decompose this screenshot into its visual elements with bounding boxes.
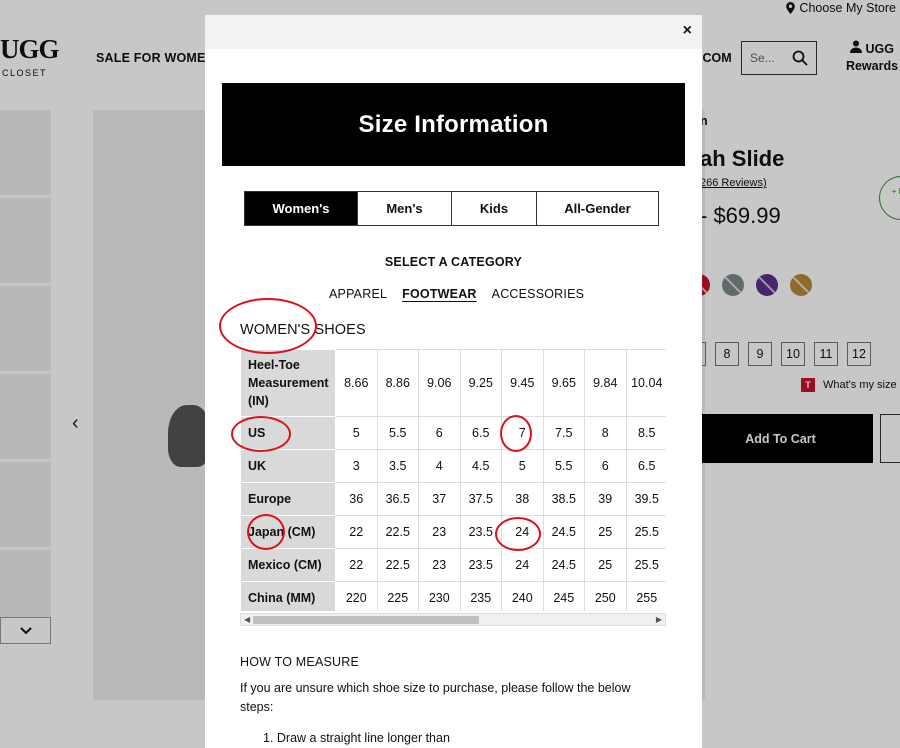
table-cell: 5.5: [376, 416, 419, 450]
size-information-modal: × Size Information Women's Men's Kids All-G…: [205, 15, 702, 748]
table-cell: 245: [542, 581, 585, 611]
table-cell: 25.5: [625, 548, 666, 582]
table-cell: 9.65: [542, 349, 585, 417]
table-cell: 5.5: [542, 449, 585, 483]
row-header: UK: [240, 449, 336, 483]
table-cell: 24.5: [542, 515, 585, 549]
scrollbar-thumb[interactable]: [253, 616, 479, 624]
row-header: Europe: [240, 482, 336, 516]
table-cell: 23.5: [459, 548, 502, 582]
modal-header-bar: [205, 15, 702, 49]
size-table: Heel-Toe Measurement (IN) 8.66 8.86 9.06 9.2…: [240, 349, 666, 611]
size-table-container[interactable]: Heel-Toe Measurement (IN) 8.66 8.86 9.06 9.2…: [240, 349, 666, 611]
table-cell: 22: [335, 515, 378, 549]
table-cell: 9.84: [584, 349, 627, 417]
category-link-footwear[interactable]: FOOTWEAR: [402, 287, 477, 301]
category-link-apparel[interactable]: APPAREL: [329, 287, 387, 301]
how-to-measure-text: If you are unsure which shoe size to pur…: [240, 681, 631, 714]
table-row: China (MM) 220 225 230 235 240 245 250 255: [240, 581, 666, 611]
category-links: APPAREL FOOTWEAR ACCESSORIES: [329, 287, 584, 301]
size-information-title: Size Information: [222, 83, 685, 166]
table-cell: 24: [501, 515, 544, 549]
table-cell: 25: [584, 515, 627, 549]
table-cell: 240: [501, 581, 544, 611]
gender-tabs: Women's Men's Kids All-Gender: [244, 191, 659, 226]
table-cell: 6.5: [625, 449, 666, 483]
table-cell: 10.04: [625, 349, 666, 417]
row-header: China (MM): [240, 581, 336, 611]
table-horizontal-scrollbar[interactable]: ◀ ▶: [240, 613, 666, 626]
table-cell: 7.5: [542, 416, 585, 450]
table-cell: 8.86: [376, 349, 419, 417]
table-cell: 6: [418, 416, 461, 450]
table-cell: 22: [335, 548, 378, 582]
table-cell: 7: [501, 416, 544, 450]
table-cell: 6.5: [459, 416, 502, 450]
close-button[interactable]: ×: [683, 23, 692, 39]
table-cell: 230: [418, 581, 461, 611]
table-cell: 220: [335, 581, 378, 611]
scroll-right-icon[interactable]: ▶: [656, 615, 662, 624]
table-cell: 24: [501, 548, 544, 582]
table-cell: 5: [335, 416, 378, 450]
table-row: Europe 36 36.5 37 37.5 38 38.5 39 39.5: [240, 482, 666, 516]
table-cell: 225: [376, 581, 419, 611]
table-row: Heel-Toe Measurement (IN) 8.66 8.86 9.06 9.2…: [240, 349, 666, 417]
scroll-left-icon[interactable]: ◀: [244, 615, 250, 624]
tab-kids[interactable]: Kids: [451, 191, 537, 226]
table-cell: 37.5: [459, 482, 502, 516]
table-cell: 37: [418, 482, 461, 516]
table-cell: 22.5: [376, 548, 419, 582]
table-cell: 4.5: [459, 449, 502, 483]
table-cell: 8: [584, 416, 627, 450]
tab-women-s[interactable]: Women's: [244, 191, 358, 226]
select-category-heading: SELECT A CATEGORY: [384, 255, 523, 269]
how-to-measure-step: 1. Draw a straight line longer than: [263, 731, 450, 745]
tab-men-s[interactable]: Men's: [357, 191, 452, 226]
table-cell: 25.5: [625, 515, 666, 549]
table-cell: 9.25: [459, 349, 502, 417]
table-cell: 3: [335, 449, 378, 483]
table-cell: 38: [501, 482, 544, 516]
table-cell: 5: [501, 449, 544, 483]
row-header: US: [240, 416, 336, 450]
table-cell: 8.66: [335, 349, 378, 417]
table-cell: 9.06: [418, 349, 461, 417]
table-cell: 25: [584, 548, 627, 582]
table-row: US 5 5.5 6 6.5 7 7.5 8 8.5: [240, 416, 666, 450]
section-title: WOMEN'S SHOES: [240, 322, 366, 338]
table-cell: 255: [625, 581, 666, 611]
table-cell: 24.5: [542, 548, 585, 582]
table-cell: 3.5: [376, 449, 419, 483]
table-row: UK 3 3.5 4 4.5 5 5.5 6 6.5: [240, 449, 666, 483]
table-cell: 39.5: [625, 482, 666, 516]
table-cell: 235: [459, 581, 502, 611]
row-header: Heel-Toe Measurement (IN): [240, 349, 336, 417]
row-header: Mexico (CM): [240, 548, 336, 582]
table-cell: 38.5: [542, 482, 585, 516]
row-header: Japan (CM): [240, 515, 336, 549]
table-row: Mexico (CM) 22 22.5 23 23.5 24 24.5 25 25.5: [240, 548, 666, 582]
table-cell: 4: [418, 449, 461, 483]
table-cell: 23: [418, 515, 461, 549]
table-cell: 23.5: [459, 515, 502, 549]
table-cell: 23: [418, 548, 461, 582]
table-cell: 9.45: [501, 349, 544, 417]
table-cell: 36.5: [376, 482, 419, 516]
table-cell: 8.5: [625, 416, 666, 450]
table-cell: 36: [335, 482, 378, 516]
table-cell: 250: [584, 581, 627, 611]
category-link-accessories[interactable]: ACCESSORIES: [492, 287, 585, 301]
table-cell: 22.5: [376, 515, 419, 549]
how-to-measure-heading: HOW TO MEASURE: [240, 655, 360, 669]
table-cell: 39: [584, 482, 627, 516]
table-cell: 6: [584, 449, 627, 483]
tab-all-gender[interactable]: All-Gender: [536, 191, 659, 226]
table-row: Japan (CM) 22 22.5 23 23.5 24 24.5 25 25.5: [240, 515, 666, 549]
